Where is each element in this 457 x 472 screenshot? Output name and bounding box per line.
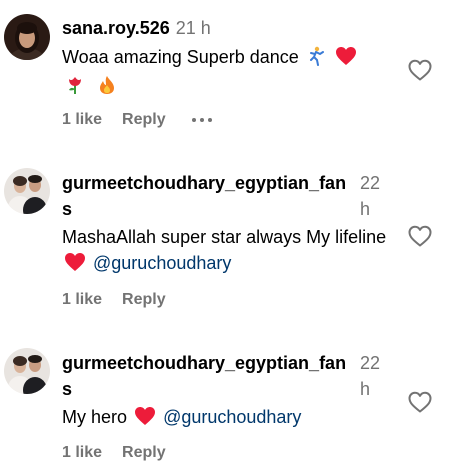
- username[interactable]: gurmeetchoudhary_egyptian_fans: [62, 350, 352, 402]
- timestamp-unit: h: [360, 379, 371, 399]
- timestamp[interactable]: 21 h: [176, 18, 211, 38]
- timestamp-unit: h: [360, 199, 371, 219]
- comment-actions: 1 like Reply: [62, 443, 186, 463]
- comment-item: gurmeetchoudhary_egyptian_fans 22 h Mash…: [0, 160, 457, 320]
- reply-button[interactable]: Reply: [122, 111, 166, 128]
- like-heart-button[interactable]: [407, 223, 433, 249]
- comment-header: gurmeetchoudhary_egyptian_fans: [62, 170, 400, 222]
- comment-text: MashaAllah super star always My lifeline…: [62, 224, 400, 279]
- timestamp[interactable]: 22 h: [360, 170, 390, 222]
- heart-outline-icon: [408, 59, 432, 81]
- avatar[interactable]: [4, 348, 50, 394]
- dancing-person-icon: [306, 46, 326, 73]
- comment-text: My hero @guruchoudhary: [62, 404, 400, 433]
- heart-outline-icon: [408, 225, 432, 247]
- username[interactable]: sana.roy.526: [62, 18, 170, 38]
- timestamp-value: 22: [360, 353, 381, 373]
- comment-actions: 1 like Reply: [62, 290, 186, 310]
- timestamp[interactable]: 22 h: [360, 350, 390, 402]
- rose-icon: [66, 75, 84, 102]
- username[interactable]: gurmeetchoudhary_egyptian_fans: [62, 170, 352, 222]
- likes-count[interactable]: 1 like: [62, 291, 102, 308]
- red-heart-icon: [64, 252, 86, 279]
- reply-button[interactable]: Reply: [122, 444, 166, 461]
- user-mention-link[interactable]: @guruchoudhary: [163, 407, 301, 427]
- comment-header: sana.roy.526 21 h: [62, 17, 211, 40]
- fire-icon: [99, 75, 115, 102]
- red-heart-icon: [134, 406, 156, 433]
- comment-text-content: Woaa amazing Superb dance: [62, 47, 299, 67]
- comment-item: sana.roy.526 21 h Woaa amazing Superb dan…: [0, 0, 457, 140]
- like-heart-button[interactable]: [407, 389, 433, 415]
- like-heart-button[interactable]: [407, 57, 433, 83]
- avatar[interactable]: [4, 168, 50, 214]
- comment-text: Woaa amazing Superb dance: [62, 44, 400, 102]
- avatar[interactable]: [4, 14, 50, 60]
- heart-outline-icon: [408, 391, 432, 413]
- reply-button[interactable]: Reply: [122, 291, 166, 308]
- comment-header: gurmeetchoudhary_egyptian_fans: [62, 350, 400, 402]
- more-options-icon[interactable]: [191, 110, 216, 130]
- timestamp-value: 22: [360, 173, 381, 193]
- likes-count[interactable]: 1 like: [62, 444, 102, 461]
- likes-count[interactable]: 1 like: [62, 111, 102, 128]
- comment-text-content: My hero: [62, 407, 128, 427]
- comment-actions: 1 like Reply: [62, 110, 216, 130]
- comment-text-content: MashaAllah super star always My lifeline: [62, 227, 387, 247]
- red-heart-icon: [335, 46, 357, 73]
- comment-item: gurmeetchoudhary_egyptian_fans 22 h My h…: [0, 340, 457, 472]
- user-mention-link[interactable]: @guruchoudhary: [93, 253, 231, 273]
